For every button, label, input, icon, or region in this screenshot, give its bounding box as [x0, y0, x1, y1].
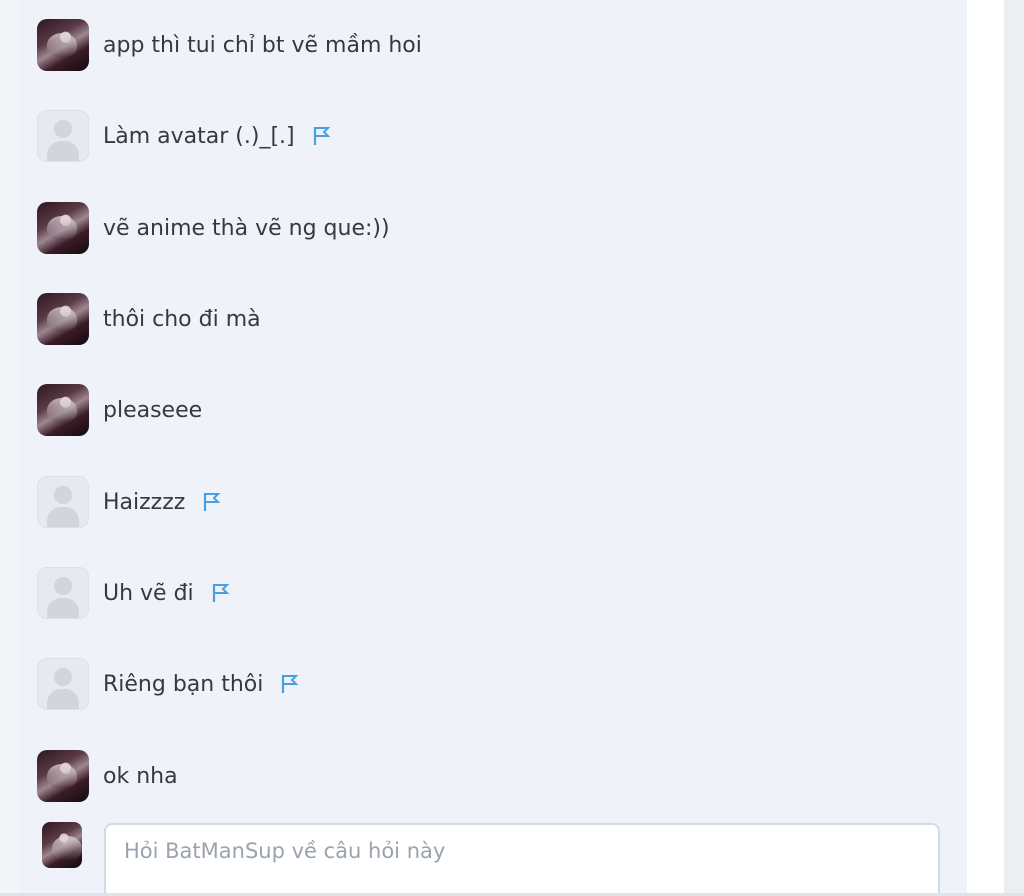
comment-item: vẽ anime thà vẽ ng que:))	[37, 200, 390, 256]
comment-item: Làm avatar (.)_[.]	[37, 108, 333, 164]
user-silhouette-body	[47, 141, 79, 161]
user-silhouette-body	[47, 689, 79, 709]
comment-item: ok nha	[37, 748, 178, 804]
flag-icon[interactable]	[279, 673, 301, 695]
default-avatar[interactable]	[37, 658, 89, 710]
comment-text: app thì tui chỉ bt vẽ mầm hoi	[103, 32, 422, 58]
flag-icon[interactable]	[210, 582, 232, 604]
comment-text: Riêng bạn thôi	[103, 671, 264, 697]
comment-item: Uh vẽ đi	[37, 565, 232, 621]
default-avatar[interactable]	[37, 476, 89, 528]
default-avatar[interactable]	[37, 110, 89, 162]
left-margin	[0, 0, 19, 896]
user-silhouette-icon	[54, 486, 72, 504]
flag-icon[interactable]	[201, 491, 223, 513]
comment-input[interactable]	[104, 823, 940, 896]
comment-item: app thì tui chỉ bt vẽ mầm hoi	[37, 17, 422, 73]
comment-text: Haizzzz	[103, 489, 186, 515]
comment-item: Haizzzz	[37, 474, 223, 530]
comment-text: thôi cho đi mà	[103, 306, 261, 332]
comment-item: Riêng bạn thôi	[37, 656, 301, 712]
scrollbar-track[interactable]	[1004, 0, 1024, 896]
user-silhouette-icon	[54, 577, 72, 595]
flag-icon[interactable]	[311, 125, 333, 147]
comment-text: Uh vẽ đi	[103, 580, 194, 606]
user-silhouette-icon	[54, 668, 72, 686]
comment-text: pleaseee	[103, 397, 203, 423]
comment-text: Làm avatar (.)_[.]	[103, 123, 295, 149]
user-photo-avatar[interactable]	[37, 750, 89, 802]
user-photo-avatar[interactable]	[37, 293, 89, 345]
comment-item: pleaseee	[37, 382, 202, 438]
user-silhouette-icon	[54, 120, 72, 138]
comment-text: vẽ anime thà vẽ ng que:))	[103, 215, 390, 241]
default-avatar[interactable]	[37, 567, 89, 619]
user-photo-avatar[interactable]	[37, 202, 89, 254]
comment-item: thôi cho đi mà	[37, 291, 261, 347]
comment-composer	[37, 818, 947, 896]
user-photo-avatar[interactable]	[37, 384, 89, 436]
user-silhouette-body	[47, 507, 79, 527]
comment-text: ok nha	[103, 763, 178, 789]
page: app thì tui chỉ bt vẽ mầm hoi Làm avatar…	[0, 0, 1024, 896]
user-photo-avatar[interactable]	[37, 19, 89, 71]
user-silhouette-body	[47, 598, 79, 618]
current-user-avatar	[42, 822, 82, 868]
